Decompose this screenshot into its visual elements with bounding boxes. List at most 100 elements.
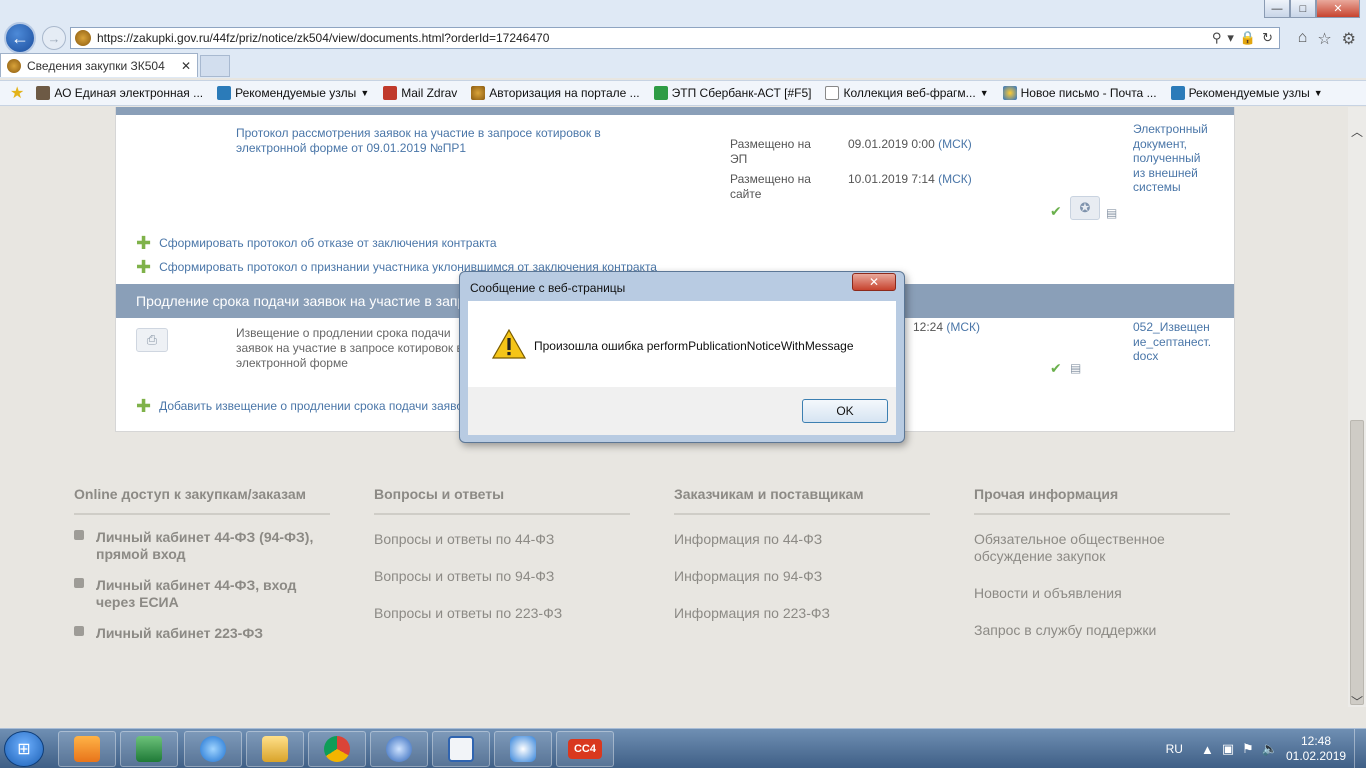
show-desktop-button[interactable] <box>1354 729 1366 768</box>
chevron-down-icon: ▼ <box>360 88 370 98</box>
back-button[interactable]: ← <box>4 22 36 54</box>
taskbar-app[interactable] <box>432 731 490 767</box>
chevron-down-icon: ▼ <box>1313 88 1323 98</box>
footer-link[interactable]: Обязательное общественное обсуждение зак… <box>974 531 1244 565</box>
start-button[interactable]: ⊞ <box>4 731 44 767</box>
action-add-extension[interactable]: ✚ Добавить извещение о продлении срока по… <box>136 396 468 416</box>
scroll-up-icon[interactable]: ︿ <box>1350 123 1364 139</box>
settings-gear-icon[interactable]: ⚙ <box>1342 29 1356 49</box>
tray-expand-icon[interactable]: ▲ <box>1201 742 1214 757</box>
extension-time-value: 12:24 (МСК) <box>913 320 980 334</box>
document-icon[interactable]: ▤ <box>1070 361 1081 375</box>
forward-button[interactable]: → <box>42 26 66 50</box>
sber-icon <box>653 86 668 100</box>
address-bar[interactable]: https://zakupki.gov.ru/44fz/priz/notice/… <box>70 27 1280 49</box>
dropdown-icon[interactable]: ▾ <box>1227 30 1234 46</box>
plus-icon: ✚ <box>136 396 152 416</box>
window-close-button[interactable]: ✕ <box>1316 0 1360 18</box>
action-refuse-protocol[interactable]: ✚ Сформировать протокол об отказе от закл… <box>136 233 497 253</box>
lock-icon[interactable]: 🔒 <box>1240 30 1256 46</box>
favorite-item[interactable]: Рекомендуемые узлы ▼ <box>217 86 375 100</box>
favorites-add-star-icon[interactable]: ★ <box>10 83 24 103</box>
tab-title: Сведения закупки ЗК504 <box>27 58 165 73</box>
footer-link[interactable]: Новости и объявления <box>974 585 1244 602</box>
document-icon[interactable]: ▤ <box>1106 206 1117 220</box>
favorite-item[interactable]: Mail Zdrav <box>383 86 463 100</box>
footer-link[interactable]: Вопросы и ответы по 44-ФЗ <box>374 531 630 548</box>
footer-link[interactable]: Личный кабинет 44-ФЗ (94-ФЗ), прямой вхо… <box>74 529 330 563</box>
new-tab-button[interactable] <box>200 55 230 77</box>
lock-icon <box>74 578 84 588</box>
action-label: Сформировать протокол об отказе от заклю… <box>159 236 497 250</box>
taskbar-app[interactable] <box>494 731 552 767</box>
favorite-item[interactable]: Рекомендуемые узлы ▼ <box>1170 86 1329 100</box>
favorite-item[interactable]: Авторизация на портале ... <box>471 86 645 100</box>
footer-heading: Вопросы и ответы <box>374 486 630 515</box>
favorite-item[interactable]: АО Единая электронная ... <box>36 86 209 100</box>
favorite-item[interactable]: Коллекция веб-фрагм... ▼ <box>825 86 994 100</box>
taskbar-app[interactable] <box>308 731 366 767</box>
dialog-close-button[interactable]: ✕ <box>852 273 896 291</box>
favorite-item[interactable]: Новое письмо - Почта ... <box>1002 86 1163 100</box>
favorites-star-icon[interactable]: ☆ <box>1317 29 1331 49</box>
certificate-icon[interactable]: ✪ <box>1070 196 1100 220</box>
footer-link[interactable]: Информация по 44-ФЗ <box>674 531 930 548</box>
footer-link[interactable]: Информация по 223-ФЗ <box>674 605 930 622</box>
gavel-icon <box>36 86 51 100</box>
cc4-icon: CC4 <box>568 739 602 759</box>
windows-logo-icon: ⊞ <box>17 741 31 758</box>
placed-site-label: Размещено на сайте <box>730 172 811 201</box>
footer-link[interactable]: Личный кабинет 44-ФЗ, вход через ЕСИА <box>74 577 330 611</box>
address-url[interactable]: https://zakupki.gov.ru/44fz/priz/notice/… <box>97 31 1212 45</box>
arrow-right-icon: → <box>47 30 61 46</box>
minimize-button[interactable]: — <box>1264 0 1290 18</box>
clock[interactable]: 12:48 01.02.2019 <box>1286 734 1346 764</box>
explorer-icon <box>262 736 288 762</box>
document-link[interactable]: Протокол рассмотрения заявок на участие … <box>236 126 616 156</box>
file-link-docx[interactable]: 052_Извещение_септанест.docx <box>1133 320 1213 364</box>
vertical-scrollbar[interactable]: ︿ ﹀ <box>1348 107 1366 709</box>
taskbar-app[interactable] <box>58 731 116 767</box>
ok-button[interactable]: OK <box>802 399 888 423</box>
footer-link[interactable]: Личный кабинет 223-ФЗ <box>74 625 330 642</box>
favorite-item[interactable]: ЭТП Сбербанк-АСТ [#F5] <box>653 86 818 100</box>
timezone-label: (МСК) <box>938 172 972 186</box>
home-icon[interactable]: ⌂ <box>1298 29 1308 49</box>
maximize-button[interactable]: □ <box>1290 0 1316 18</box>
print-icon[interactable]: ⎙ <box>136 328 168 352</box>
footer-link-label: Личный кабинет 44-ФЗ (94-ФЗ), прямой вхо… <box>96 529 314 562</box>
search-icon[interactable]: ⚲ <box>1212 30 1222 46</box>
tab-bar: Сведения закупки ЗК504 ✕ <box>0 53 1366 78</box>
checkmark-icon: ✔ <box>1050 360 1062 376</box>
taskbar-app[interactable] <box>120 731 178 767</box>
refresh-icon[interactable]: ↻ <box>1262 30 1273 46</box>
tab-close-icon[interactable]: ✕ <box>181 59 191 73</box>
placed-site-value: 10.01.2019 7:14 (МСК) <box>848 172 972 186</box>
tab-active[interactable]: Сведения закупки ЗК504 ✕ <box>0 53 198 77</box>
footer-link[interactable]: Запрос в службу поддержки <box>974 622 1244 639</box>
extension-notice-text[interactable]: Извещение о продлении срока подачи заяво… <box>236 326 471 371</box>
plus-icon: ✚ <box>136 233 152 253</box>
scroll-down-icon[interactable]: ﹀ <box>1350 693 1364 709</box>
flag-alert-icon[interactable]: ⚑ <box>1242 741 1254 757</box>
footer-column-online: Online доступ к закупкам/заказам Личный … <box>74 486 330 642</box>
browser-toolbar-icons: ⌂ ☆ ⚙ <box>1298 29 1356 49</box>
footer-column-customers: Заказчикам и поставщикам Информация по 4… <box>674 486 930 622</box>
windows-taskbar: ⊞ CC4 RU ▲ ▣ ⚑ 🔈 12:48 01.02.2019 <box>0 728 1366 768</box>
taskbar-app[interactable] <box>184 731 242 767</box>
network-icon[interactable]: ▣ <box>1222 741 1234 757</box>
footer-link[interactable]: Вопросы и ответы по 223-ФЗ <box>374 605 630 622</box>
excel-icon <box>136 736 162 762</box>
taskbar-app[interactable]: CC4 <box>556 731 614 767</box>
taskbar-app[interactable] <box>246 731 304 767</box>
warning-icon <box>492 329 526 359</box>
volume-icon[interactable]: 🔈 <box>1262 741 1278 757</box>
file-link[interactable]: Электронный документ, полученный из внеш… <box>1133 122 1213 195</box>
clock-date: 01.02.2019 <box>1286 749 1347 763</box>
footer-link[interactable]: Информация по 94-ФЗ <box>674 568 930 585</box>
taskbar-app[interactable] <box>370 731 428 767</box>
scroll-thumb[interactable] <box>1350 420 1364 705</box>
language-indicator[interactable]: RU <box>1166 742 1183 756</box>
seal-icon <box>471 86 486 100</box>
footer-link[interactable]: Вопросы и ответы по 94-ФЗ <box>374 568 630 585</box>
